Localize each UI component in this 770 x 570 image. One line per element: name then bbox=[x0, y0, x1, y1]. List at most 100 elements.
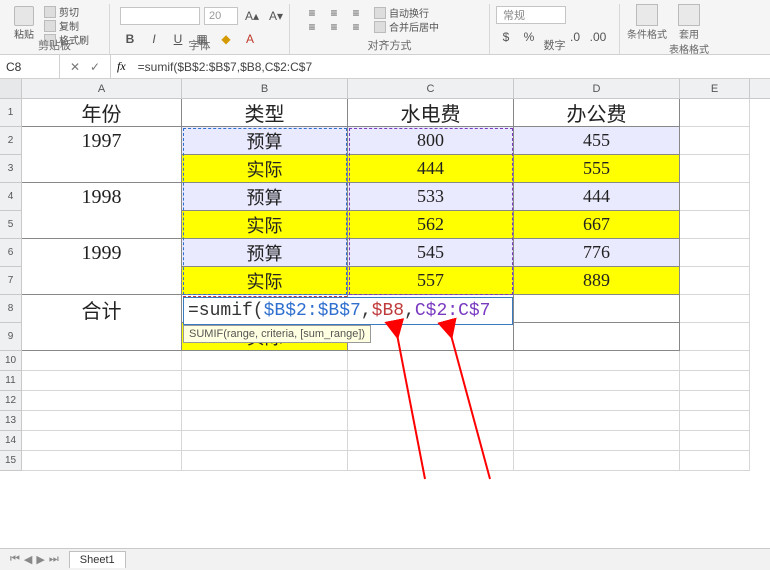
copy-button[interactable]: 复制 bbox=[44, 19, 89, 32]
cell[interactable] bbox=[182, 431, 348, 451]
cell[interactable]: 444 bbox=[514, 183, 680, 211]
cell[interactable]: 年份 bbox=[22, 99, 182, 127]
cell[interactable]: 1998 bbox=[22, 183, 182, 211]
row-header[interactable]: 5 bbox=[0, 211, 22, 239]
cell[interactable] bbox=[348, 451, 514, 471]
cell[interactable] bbox=[22, 211, 182, 239]
cell[interactable]: 533 bbox=[348, 183, 514, 211]
cell[interactable]: 562 bbox=[348, 211, 514, 239]
decrease-font-icon[interactable]: A▾ bbox=[266, 6, 286, 26]
column-header-C[interactable]: C bbox=[348, 79, 514, 98]
cell[interactable]: 555 bbox=[514, 155, 680, 183]
next-sheet-icon[interactable]: ▶ bbox=[36, 553, 44, 566]
cell[interactable]: 800 bbox=[348, 127, 514, 155]
cut-button[interactable]: 剪切 bbox=[44, 5, 89, 18]
formula-input[interactable]: =sumif($B$2:$B$7,$B8,C$2:C$7 bbox=[132, 60, 770, 74]
select-all-corner[interactable] bbox=[0, 79, 22, 98]
row-header[interactable]: 2 bbox=[0, 127, 22, 155]
column-header-D[interactable]: D bbox=[514, 79, 680, 98]
cell[interactable] bbox=[680, 99, 750, 127]
number-format-combo[interactable]: 常规 bbox=[496, 6, 566, 24]
cell[interactable] bbox=[182, 351, 348, 371]
cell[interactable] bbox=[22, 371, 182, 391]
align-left-icon[interactable]: ≡ bbox=[302, 17, 322, 37]
cell[interactable]: 预算 bbox=[182, 127, 348, 155]
row-header[interactable]: 1 bbox=[0, 99, 22, 127]
cell[interactable]: 实际 bbox=[182, 155, 348, 183]
cell[interactable] bbox=[182, 371, 348, 391]
enter-formula-icon[interactable]: ✓ bbox=[88, 60, 102, 74]
cell[interactable] bbox=[514, 323, 680, 351]
row-header[interactable]: 12 bbox=[0, 391, 22, 411]
row-header[interactable]: 4 bbox=[0, 183, 22, 211]
cell[interactable] bbox=[22, 391, 182, 411]
cell[interactable] bbox=[680, 127, 750, 155]
row-header[interactable]: 15 bbox=[0, 451, 22, 471]
cell[interactable] bbox=[680, 371, 750, 391]
first-sheet-icon[interactable]: ⏮ bbox=[10, 553, 20, 566]
cell[interactable]: 预算 bbox=[182, 239, 348, 267]
cell[interactable]: 889 bbox=[514, 267, 680, 295]
font-name-combo[interactable] bbox=[120, 7, 200, 25]
increase-font-icon[interactable]: A▴ bbox=[242, 6, 262, 26]
cell[interactable] bbox=[680, 451, 750, 471]
cell[interactable] bbox=[680, 267, 750, 295]
cell[interactable] bbox=[514, 371, 680, 391]
cell[interactable] bbox=[348, 351, 514, 371]
name-box[interactable]: C8 bbox=[0, 55, 60, 78]
cell[interactable]: 办公费 bbox=[514, 99, 680, 127]
cell[interactable] bbox=[182, 451, 348, 471]
cell[interactable] bbox=[22, 351, 182, 371]
column-header-A[interactable]: A bbox=[22, 79, 182, 98]
conditional-format-button[interactable]: 条件格式 bbox=[626, 4, 668, 41]
cell[interactable] bbox=[680, 411, 750, 431]
prev-sheet-icon[interactable]: ◀ bbox=[24, 553, 32, 566]
cell[interactable] bbox=[680, 391, 750, 411]
cell[interactable] bbox=[348, 323, 514, 351]
cell[interactable]: 776 bbox=[514, 239, 680, 267]
cell[interactable] bbox=[680, 155, 750, 183]
cell[interactable] bbox=[22, 323, 182, 351]
align-center-icon[interactable]: ≡ bbox=[324, 17, 344, 37]
cell[interactable] bbox=[22, 155, 182, 183]
cell[interactable] bbox=[348, 391, 514, 411]
cell[interactable] bbox=[22, 451, 182, 471]
fx-icon[interactable]: fx bbox=[111, 59, 132, 74]
cell[interactable]: 实际 bbox=[182, 267, 348, 295]
cell[interactable] bbox=[22, 267, 182, 295]
align-right-icon[interactable]: ≡ bbox=[346, 17, 366, 37]
sheet-tab[interactable]: Sheet1 bbox=[69, 551, 126, 568]
cell[interactable] bbox=[348, 431, 514, 451]
cell[interactable] bbox=[348, 411, 514, 431]
cell[interactable] bbox=[348, 371, 514, 391]
cell[interactable]: 444 bbox=[348, 155, 514, 183]
cell[interactable] bbox=[680, 183, 750, 211]
row-header[interactable]: 11 bbox=[0, 371, 22, 391]
row-header[interactable]: 3 bbox=[0, 155, 22, 183]
cell[interactable] bbox=[182, 391, 348, 411]
cell[interactable]: 实际 bbox=[182, 211, 348, 239]
cell[interactable]: 合计 bbox=[22, 295, 182, 323]
cell[interactable] bbox=[22, 431, 182, 451]
cancel-formula-icon[interactable]: ✕ bbox=[68, 60, 82, 74]
last-sheet-icon[interactable]: ⏭ bbox=[49, 553, 59, 566]
cell[interactable] bbox=[680, 239, 750, 267]
cell[interactable] bbox=[514, 411, 680, 431]
cell[interactable]: 455 bbox=[514, 127, 680, 155]
row-header[interactable]: 7 bbox=[0, 267, 22, 295]
cell[interactable]: 类型 bbox=[182, 99, 348, 127]
cell[interactable]: 557 bbox=[348, 267, 514, 295]
cell[interactable] bbox=[514, 391, 680, 411]
column-header-E[interactable]: E bbox=[680, 79, 750, 98]
cell[interactable] bbox=[680, 323, 750, 351]
cell[interactable] bbox=[514, 431, 680, 451]
cell[interactable]: 1999 bbox=[22, 239, 182, 267]
merge-center-button[interactable]: 合并后居中 bbox=[374, 20, 439, 33]
spreadsheet-grid[interactable]: A B C D E 1年份类型水电费办公费21997预算8004553实际444… bbox=[0, 79, 770, 548]
cell[interactable]: 545 bbox=[348, 239, 514, 267]
font-size-combo[interactable]: 20 bbox=[204, 7, 238, 25]
wrap-text-button[interactable]: 自动换行 bbox=[374, 6, 439, 19]
cell[interactable] bbox=[182, 411, 348, 431]
cell[interactable] bbox=[22, 411, 182, 431]
column-header-B[interactable]: B bbox=[182, 79, 348, 98]
